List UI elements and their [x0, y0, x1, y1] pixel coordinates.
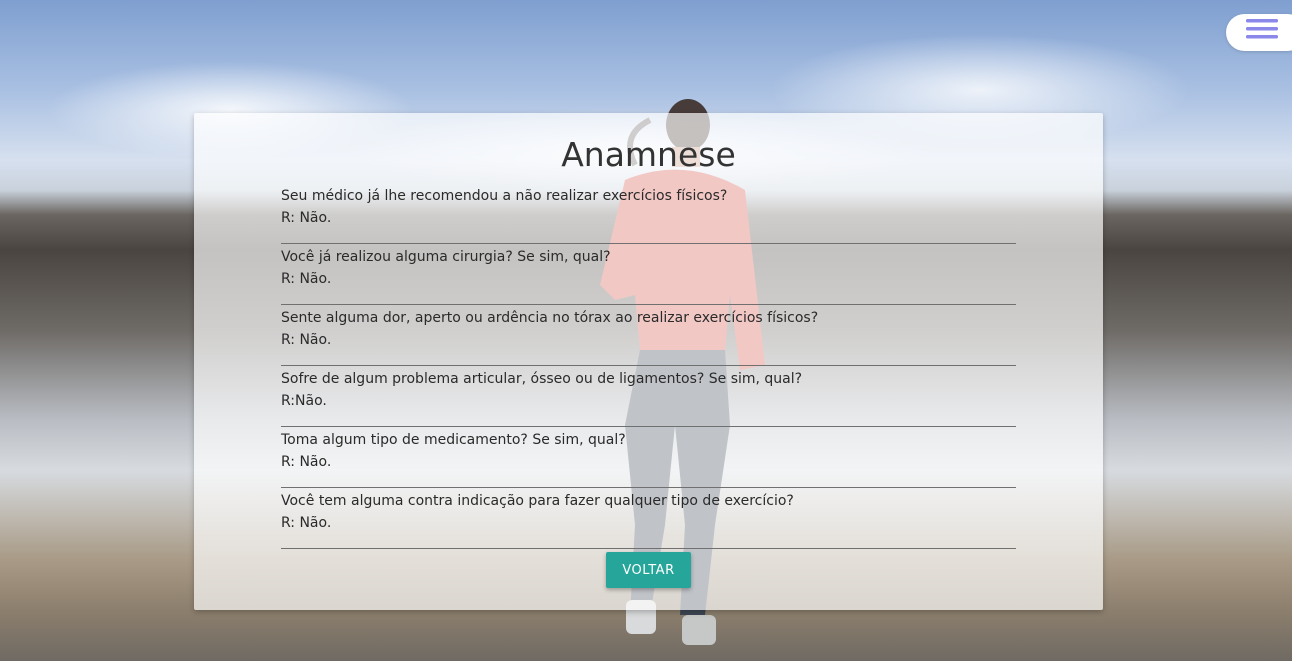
- page-title: Anamnese: [561, 135, 736, 174]
- answer-text: R:Não.: [281, 393, 327, 409]
- qa-item: Sente alguma dor, aperto ou ardência no …: [281, 305, 1016, 366]
- question-text: Sente alguma dor, aperto ou ardência no …: [281, 310, 819, 326]
- question-text: Seu médico já lhe recomendou a não reali…: [281, 188, 728, 204]
- answer-text: R: Não.: [281, 515, 332, 531]
- answer-text: R: Não.: [281, 210, 332, 226]
- question-text: Você já realizou alguma cirurgia? Se sim…: [281, 249, 611, 265]
- question-text: Toma algum tipo de medicamento? Se sim, …: [281, 432, 626, 448]
- qa-item: Você tem alguma contra indicação para fa…: [281, 488, 1016, 549]
- answer-text: R: Não.: [281, 454, 332, 470]
- answer-text: R: Não.: [281, 271, 332, 287]
- menu-button[interactable]: [1226, 14, 1292, 51]
- anamnese-card: Anamnese Seu médico já lhe recomendou a …: [194, 113, 1103, 610]
- hamburger-menu-icon: [1246, 19, 1278, 39]
- qa-list: Seu médico já lhe recomendou a não reali…: [281, 183, 1016, 549]
- qa-item: Sofre de algum problema articular, ósseo…: [281, 366, 1016, 427]
- question-text: Sofre de algum problema articular, ósseo…: [281, 371, 803, 387]
- answer-text: R: Não.: [281, 332, 332, 348]
- question-text: Você tem alguma contra indicação para fa…: [281, 493, 794, 509]
- qa-item: Toma algum tipo de medicamento? Se sim, …: [281, 427, 1016, 488]
- qa-item: Seu médico já lhe recomendou a não reali…: [281, 183, 1016, 244]
- back-button[interactable]: VOLTAR: [606, 552, 691, 588]
- qa-item: Você já realizou alguma cirurgia? Se sim…: [281, 244, 1016, 305]
